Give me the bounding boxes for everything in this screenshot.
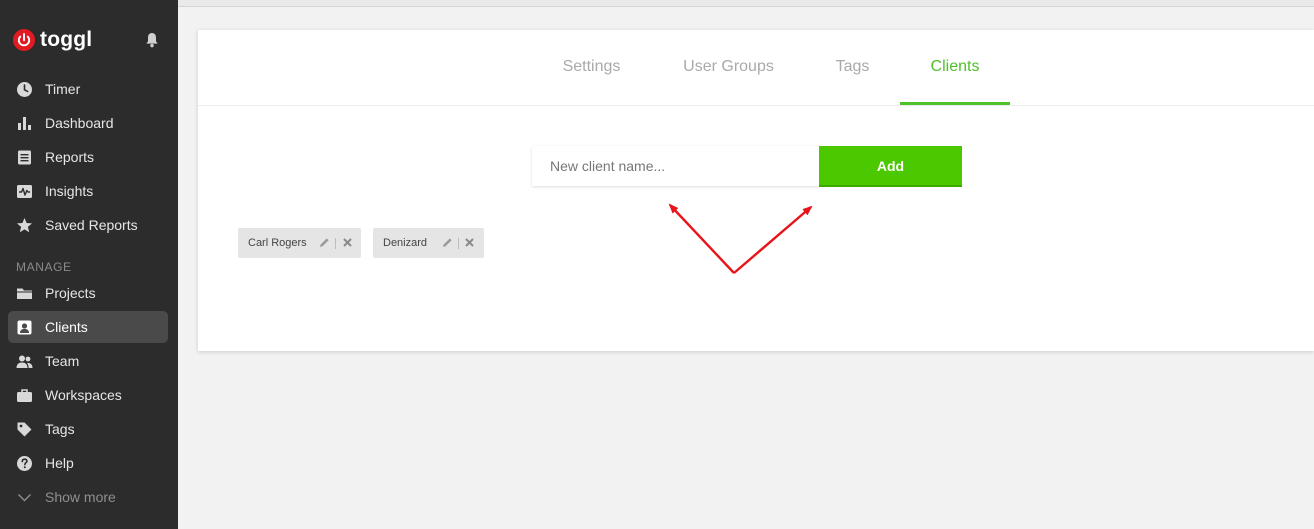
- new-client-name-input[interactable]: [532, 146, 819, 186]
- toggl-logo-icon[interactable]: [12, 28, 36, 52]
- sidebar-item-label: Projects: [45, 285, 96, 301]
- client-card-icon: [17, 320, 32, 335]
- tag-icon: [17, 422, 32, 437]
- sidebar: toggl Timer Dashboard Reports Insights S…: [0, 0, 178, 529]
- client-name: Denizard: [383, 237, 428, 249]
- sidebar-item-label: Help: [45, 455, 74, 471]
- delete-x-icon[interactable]: [343, 238, 352, 247]
- sidebar-item-insights[interactable]: Insights: [8, 175, 168, 207]
- sidebar-item-label: Clients: [45, 319, 88, 335]
- client-name: Carl Rogers: [248, 237, 307, 249]
- clock-icon: [17, 82, 32, 97]
- client-chip-denizard: Denizard: [373, 228, 484, 258]
- briefcase-icon: [17, 389, 32, 402]
- sidebar-item-dashboard[interactable]: Dashboard: [8, 107, 168, 139]
- tab-settings[interactable]: Settings: [548, 30, 635, 105]
- sidebar-item-label: Show more: [45, 489, 116, 505]
- client-chip-carl-rogers: Carl Rogers: [238, 228, 361, 258]
- team-icon: [16, 355, 33, 368]
- sidebar-item-tags[interactable]: Tags: [8, 413, 168, 445]
- browser-window-edge: [178, 0, 1314, 7]
- notifications-bell-icon[interactable]: [143, 31, 161, 49]
- sidebar-item-timer[interactable]: Timer: [8, 73, 168, 105]
- sidebar-item-workspaces[interactable]: Workspaces: [8, 379, 168, 411]
- chip-divider: [458, 238, 459, 249]
- pulse-icon: [17, 185, 32, 198]
- sidebar-item-clients[interactable]: Clients: [8, 311, 168, 343]
- chevron-down-icon: [18, 494, 31, 502]
- sidebar-item-show-more[interactable]: Show more: [8, 481, 168, 513]
- chip-divider: [335, 238, 336, 249]
- help-icon: [17, 456, 32, 471]
- sidebar-item-label: Saved Reports: [45, 217, 138, 233]
- clients-panel: Settings User Groups Tags Clients Add Ca…: [198, 30, 1314, 351]
- sidebar-item-label: Tags: [45, 421, 75, 437]
- sidebar-item-label: Insights: [45, 183, 94, 199]
- sidebar-item-label: Team: [45, 353, 80, 369]
- sidebar-item-label: Dashboard: [45, 115, 114, 131]
- pencil-icon[interactable]: [442, 237, 453, 248]
- settings-tabs: Settings User Groups Tags Clients: [198, 30, 1314, 106]
- add-client-button[interactable]: Add: [819, 146, 962, 187]
- sidebar-item-saved-reports[interactable]: Saved Reports: [8, 209, 168, 241]
- sidebar-item-label: Reports: [45, 149, 95, 165]
- tab-user-groups[interactable]: User Groups: [668, 30, 789, 105]
- delete-x-icon[interactable]: [465, 238, 474, 247]
- brand-row: toggl: [0, 26, 178, 54]
- star-icon: [17, 218, 32, 233]
- document-icon: [18, 150, 31, 165]
- sidebar-item-projects[interactable]: Projects: [8, 277, 168, 309]
- sidebar-item-help[interactable]: Help: [8, 447, 168, 479]
- brand-name[interactable]: toggl: [40, 26, 92, 54]
- sidebar-item-label: Timer: [45, 81, 81, 97]
- tab-clients[interactable]: Clients: [900, 30, 1010, 105]
- sidebar-section-manage: MANAGE: [16, 260, 72, 274]
- tab-tags[interactable]: Tags: [824, 30, 881, 105]
- sidebar-item-reports[interactable]: Reports: [8, 141, 168, 173]
- folder-icon: [17, 288, 32, 299]
- sidebar-item-team[interactable]: Team: [8, 345, 168, 377]
- pencil-icon[interactable]: [319, 237, 330, 248]
- sidebar-item-label: Workspaces: [45, 387, 122, 403]
- bar-chart-icon: [18, 117, 31, 130]
